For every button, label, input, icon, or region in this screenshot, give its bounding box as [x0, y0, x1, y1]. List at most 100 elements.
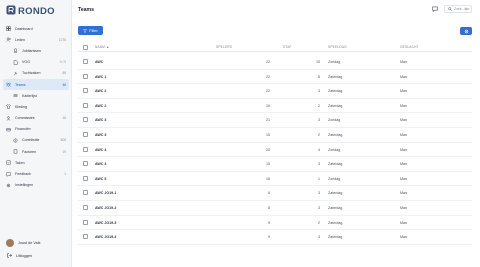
staf-count: 3: [318, 205, 320, 210]
column-header-geslacht[interactable]: GESLACHT: [400, 45, 419, 49]
sidebar-item-taken[interactable]: Taken: [3, 157, 69, 168]
column-header-staf[interactable]: STAF: [283, 45, 292, 49]
row-checkbox[interactable]: [83, 204, 88, 210]
table-row[interactable]: AWC 4 20 4 Zondag Man: [78, 143, 472, 158]
search-input[interactable]: Zoek... ⌘K: [444, 5, 472, 13]
group-icon: [6, 115, 11, 121]
sidebar-item-facturen[interactable]: Facturen 19: [3, 146, 69, 157]
sidebar-item-label: VOG: [22, 60, 30, 65]
staf-count: 5: [318, 74, 320, 79]
row-checkbox[interactable]: [83, 88, 88, 94]
geslacht: Man: [400, 89, 407, 94]
column-header-name[interactable]: NAAM ▲: [95, 45, 109, 49]
team-name[interactable]: AWC 4: [95, 162, 106, 166]
table-row[interactable]: AWC 3 15 2 Zaterdag Man: [78, 128, 472, 143]
geslacht: Man: [400, 74, 407, 79]
sidebar-item-kleding[interactable]: Kleding: [3, 101, 69, 112]
sidebar-item-jubilarissen[interactable]: Jubilarissen: [3, 45, 69, 56]
sidebar-item-label: Instellingen: [15, 183, 34, 188]
row-checkbox[interactable]: [83, 59, 88, 64]
row-checkbox[interactable]: [83, 161, 88, 167]
geslacht: Man: [400, 147, 407, 152]
select-all-checkbox[interactable]: [83, 44, 88, 50]
team-name[interactable]: AWC JO19-4: [95, 235, 116, 239]
award-icon: [13, 48, 18, 54]
feedback-icon[interactable]: [431, 5, 439, 13]
row-checkbox[interactable]: [83, 73, 88, 79]
speeldag: Zaterdag: [328, 162, 343, 167]
logout-button[interactable]: Uitloggen: [6, 253, 32, 259]
team-name[interactable]: AWC 4: [95, 148, 106, 152]
table-row[interactable]: AWC JO19-1 6 3 Zaterdag Man: [78, 186, 472, 201]
table-row[interactable]: AWC 2 19 2 Zaterdag Man: [78, 99, 472, 114]
sidebar-item-instellingen[interactable]: Instellingen: [3, 180, 69, 191]
gear-icon: [6, 183, 11, 188]
team-name[interactable]: AWC 2: [95, 104, 106, 108]
column-header-speeldag[interactable]: SPEELDAG: [328, 45, 347, 49]
spelers-count: 6: [268, 191, 270, 196]
team-name[interactable]: AWC JO19-3: [95, 221, 116, 225]
document-icon: [13, 59, 18, 65]
sidebar-item-kaderlijst[interactable]: Kaderlijst: [3, 90, 69, 101]
sidebar-item-vog[interactable]: VOG 0 / 9: [3, 57, 69, 68]
row-checkbox[interactable]: [83, 102, 88, 108]
sidebar-item-teams[interactable]: Teams 46: [3, 78, 69, 91]
staf-count: 4: [318, 147, 320, 152]
table-row[interactable]: AWC 22 10 Zondag Man: [78, 55, 472, 70]
column-settings-button[interactable]: [460, 27, 472, 35]
geslacht: Man: [400, 176, 407, 181]
sidebar-item-label: Dashboard: [15, 26, 33, 31]
filter-icon: [83, 28, 88, 33]
sidebar-item-tuchtzaken[interactable]: Tuchtzaken 88: [3, 68, 69, 79]
team-name[interactable]: AWC JO19-2: [95, 206, 116, 210]
logo[interactable]: RONDO: [6, 5, 55, 17]
sidebar-item-contributie[interactable]: Contributie 806: [3, 135, 69, 146]
main-content: Teams Zoek... ⌘K Filter NAAM ▲ SPELERS S…: [72, 0, 480, 267]
row-checkbox[interactable]: [83, 175, 88, 181]
row-checkbox[interactable]: [83, 234, 88, 240]
table-row[interactable]: AWC JO19-2 8 3 Zaterdag Man: [78, 201, 472, 216]
speeldag: Zondag: [328, 147, 341, 152]
user-name: Joost de Valk: [18, 241, 41, 245]
sidebar-item-label: Leden: [15, 37, 25, 42]
row-checkbox[interactable]: [83, 146, 88, 152]
table-row[interactable]: AWC JO19-3 9 2 Zaterdag Man: [78, 216, 472, 231]
sidebar-item-feedback[interactable]: Feedback 1: [3, 168, 69, 179]
row-checkbox[interactable]: [83, 131, 88, 137]
column-header-spelers[interactable]: SPELERS: [216, 45, 232, 49]
sidebar-item-leden[interactable]: Leden 1276: [3, 34, 69, 45]
table-row[interactable]: AWC 4 15 3 Zaterdag Man: [78, 157, 472, 172]
speeldag: Zaterdag: [328, 235, 343, 240]
row-checkbox[interactable]: [83, 190, 88, 196]
sidebar-item-label: Kaderlijst: [22, 93, 37, 98]
sidebar-item-label: Commissies: [15, 116, 35, 121]
table-row[interactable]: AWC 1 22 5 Zaterdag Man: [78, 70, 472, 85]
geslacht: Man: [400, 205, 407, 210]
team-name[interactable]: AWC: [95, 60, 103, 64]
spelers-count: 22: [266, 89, 270, 94]
logout-label: Uitloggen: [16, 254, 33, 258]
team-name[interactable]: AWC 5: [95, 177, 106, 181]
sidebar-item-count: 1: [64, 172, 66, 177]
table-row[interactable]: AWC 5 18 1 Zondag Man: [78, 172, 472, 187]
team-name[interactable]: AWC 2: [95, 89, 106, 93]
gavel-icon: [13, 71, 18, 76]
user-profile[interactable]: Joost de Valk: [6, 239, 41, 247]
team-name[interactable]: AWC 3: [95, 118, 106, 122]
filter-button[interactable]: Filter: [78, 26, 103, 35]
row-checkbox[interactable]: [83, 117, 88, 123]
row-checkbox[interactable]: [83, 219, 88, 225]
logout-icon: [7, 253, 12, 259]
team-name[interactable]: AWC 3: [95, 133, 106, 137]
team-name[interactable]: AWC 1: [95, 75, 106, 79]
sidebar-item-dashboard[interactable]: Dashboard: [3, 23, 69, 34]
table-row[interactable]: AWC 3 21 3 Zondag Man: [78, 113, 472, 128]
geslacht: Man: [400, 103, 407, 108]
sidebar-item-commissies[interactable]: Commissies 16: [3, 113, 69, 124]
team-name[interactable]: AWC JO19-1: [95, 191, 116, 195]
chat-icon: [6, 172, 11, 177]
geslacht: Man: [400, 60, 407, 64]
table-row[interactable]: AWC 2 22 3 Zaterdag Man: [78, 84, 472, 99]
table-row[interactable]: AWC JO19-4 9 3 Zaterdag Man: [78, 230, 472, 245]
sidebar-item-financi-n[interactable]: Financiën: [3, 124, 69, 135]
